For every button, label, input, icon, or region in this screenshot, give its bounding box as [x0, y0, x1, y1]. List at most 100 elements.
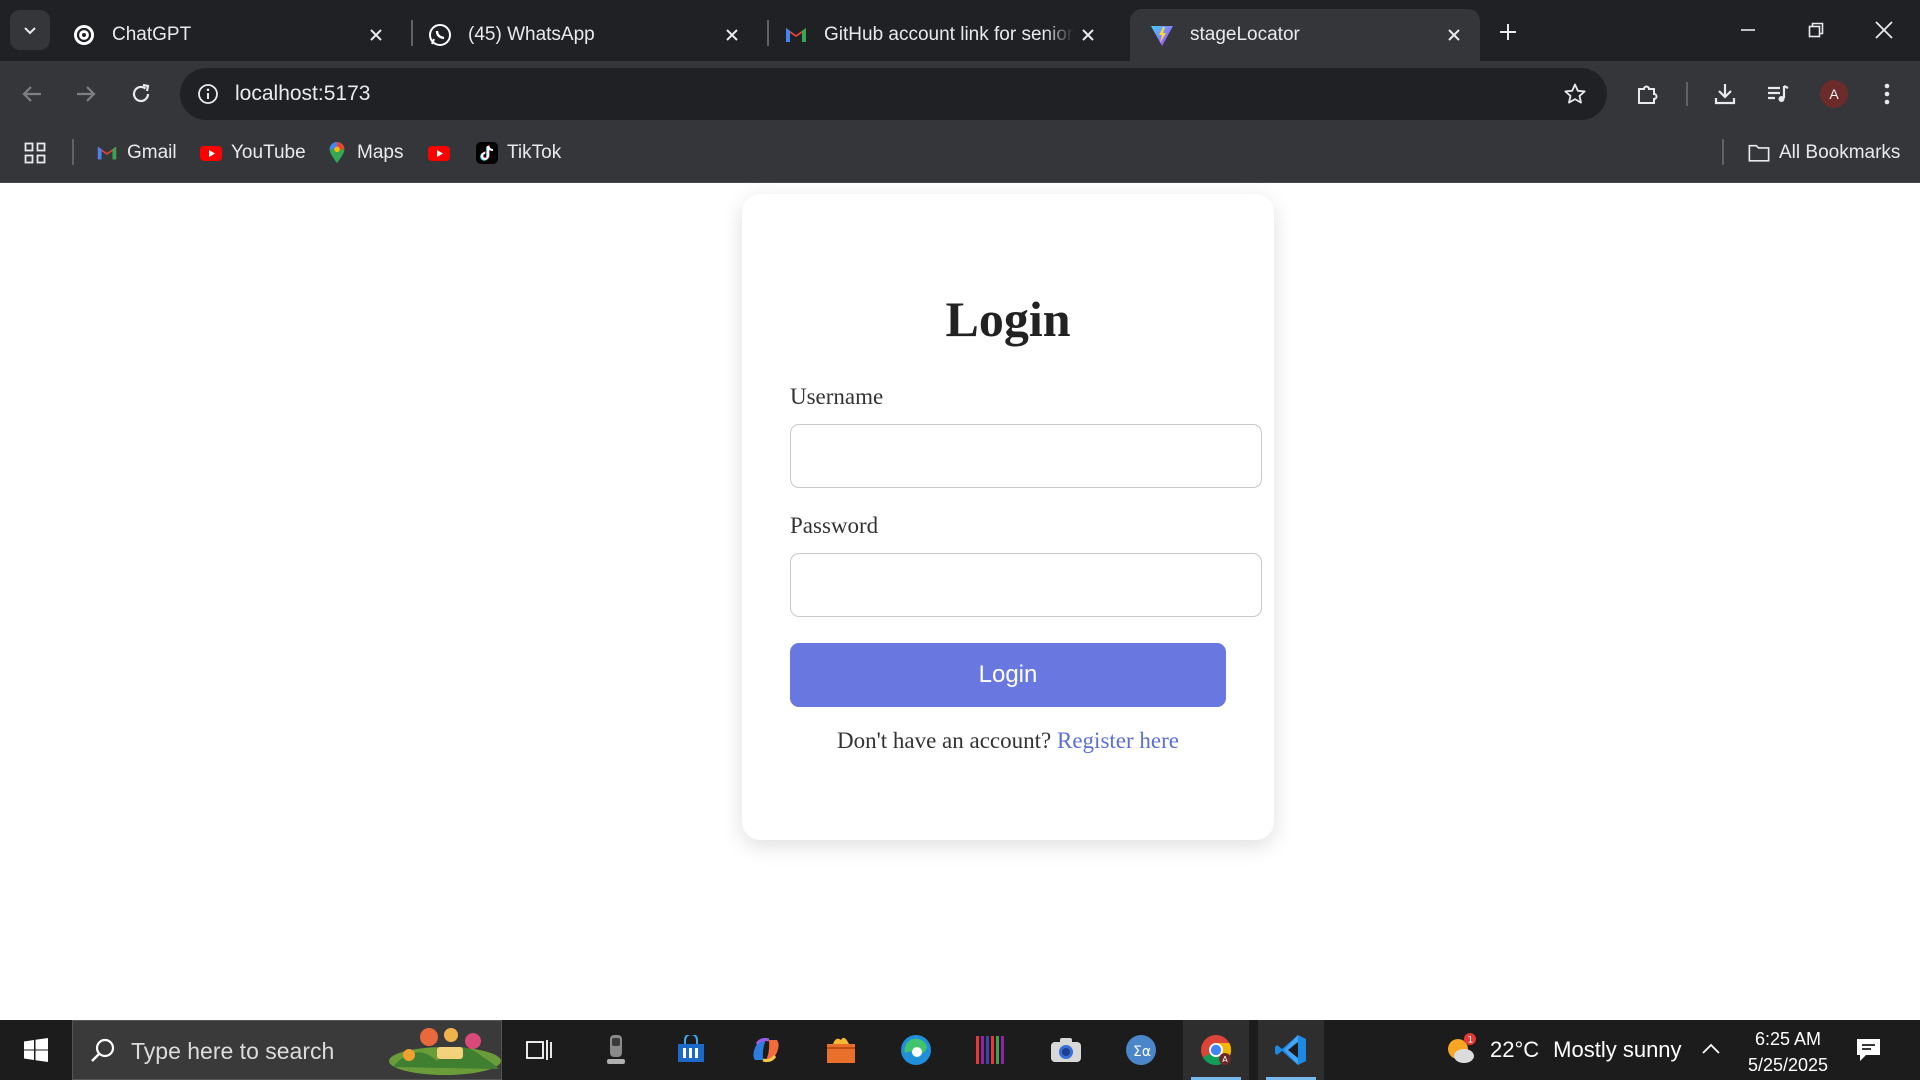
taskbar-app-calculator[interactable]: Σα — [1108, 1020, 1174, 1080]
browser-toolbar: localhost:5173 A — [0, 61, 1920, 127]
tab-title: GitHub account link for senior p — [824, 24, 1074, 45]
register-link[interactable]: Register here — [1057, 728, 1179, 753]
taskbar-app-edge[interactable] — [883, 1020, 949, 1080]
bookmark-label: YouTube — [231, 142, 306, 163]
all-bookmarks-button[interactable]: All Bookmarks — [1748, 137, 1900, 169]
restore-button[interactable] — [1792, 8, 1840, 52]
bookmark-tiktok[interactable]: TikTok — [476, 137, 561, 169]
menu-button[interactable] — [1867, 74, 1907, 114]
whatsapp-icon — [428, 23, 452, 47]
apps-button[interactable] — [24, 137, 55, 169]
url-text[interactable]: localhost:5173 — [235, 82, 370, 106]
color-bars-icon — [976, 1036, 1004, 1064]
gmail-icon — [784, 23, 808, 47]
taskbar-app-chrome[interactable]: A — [1183, 1020, 1249, 1080]
bookmark-label: TikTok — [507, 142, 562, 163]
folder-icon — [1748, 142, 1770, 164]
search-placeholder: Type here to search — [131, 1038, 335, 1064]
copilot-icon — [753, 1037, 779, 1063]
start-button[interactable] — [10, 1020, 62, 1080]
bookmark-gmail[interactable]: Gmail — [96, 137, 177, 169]
bookmark-star-icon[interactable] — [1561, 80, 1589, 108]
site-info-icon[interactable] — [194, 80, 222, 108]
address-bar[interactable]: localhost:5173 — [180, 68, 1607, 120]
taskbar-app-files[interactable] — [808, 1020, 874, 1080]
vscode-icon — [1275, 1035, 1306, 1065]
register-prompt-text: Don't have an account? — [837, 728, 1052, 753]
close-icon[interactable] — [1440, 21, 1468, 49]
bookmark-youtube[interactable]: YouTube — [200, 137, 306, 169]
download-icon — [1714, 84, 1736, 105]
login-button[interactable]: Login — [790, 643, 1226, 707]
vite-icon — [1150, 23, 1174, 47]
taskbar-app-store[interactable] — [658, 1020, 724, 1080]
show-hidden-icons-button[interactable] — [1700, 1038, 1722, 1065]
plus-icon — [1500, 24, 1516, 40]
taskbar-search[interactable]: Type here to search — [72, 1020, 502, 1080]
login-card: Login Username Password Login Don't have… — [742, 194, 1274, 840]
arrow-right-icon — [77, 86, 96, 102]
taskbar-app-copilot[interactable] — [733, 1020, 799, 1080]
register-prompt: Don't have an account? Register here — [742, 728, 1274, 754]
task-view-button[interactable] — [506, 1020, 572, 1080]
restore-icon — [1808, 22, 1824, 38]
fire-folder-icon — [827, 1037, 855, 1063]
close-icon[interactable] — [362, 21, 390, 49]
apps-grid-icon — [24, 142, 46, 164]
forward-button[interactable] — [66, 74, 106, 114]
close-window-button[interactable] — [1860, 8, 1908, 52]
tab-whatsapp[interactable]: (45) WhatsApp — [408, 9, 758, 61]
store-icon — [678, 1035, 704, 1062]
clock-time: 6:25 AM — [1754, 1029, 1822, 1049]
svg-text:A: A — [1222, 1055, 1228, 1064]
taskbar-app-webcam[interactable] — [583, 1020, 649, 1080]
close-icon[interactable] — [1074, 21, 1102, 49]
bookmark-label: Maps — [357, 142, 404, 163]
tab-search-button[interactable] — [10, 10, 50, 50]
reload-button[interactable] — [121, 74, 161, 114]
camera-icon — [1051, 1038, 1081, 1062]
tab-stagelocator[interactable]: stageLocator — [1130, 9, 1480, 61]
temperature-text: 22°C — [1490, 1037, 1540, 1062]
windows-taskbar: Type here to search Σα A 1 22°C Mostly s… — [0, 1020, 1920, 1080]
reload-icon — [132, 83, 150, 103]
password-field[interactable] — [790, 553, 1262, 617]
tab-github-email[interactable]: GitHub account link for senior p — [764, 9, 1114, 61]
close-icon[interactable] — [718, 21, 746, 49]
chevron-down-icon — [24, 27, 36, 35]
partly-sunny-icon: 1 — [1448, 1033, 1476, 1063]
youtube-icon — [428, 142, 450, 164]
windows-icon — [24, 1038, 48, 1062]
taskbar-app-vscode[interactable] — [1258, 1020, 1324, 1080]
weather-widget[interactable]: 1 22°C Mostly sunny — [1442, 1020, 1682, 1080]
bookmark-maps[interactable]: Maps — [326, 137, 403, 169]
webcam-app-icon — [607, 1035, 625, 1064]
extensions-button[interactable] — [1628, 74, 1668, 114]
back-button[interactable] — [12, 74, 52, 114]
page-title: Login — [945, 291, 1071, 347]
all-bookmarks-label: All Bookmarks — [1779, 142, 1901, 163]
chevron-up-icon — [1702, 1043, 1720, 1054]
taskbar-app-camera[interactable] — [1033, 1020, 1099, 1080]
tiktok-icon — [476, 142, 498, 164]
tab-title: stageLocator — [1190, 24, 1300, 45]
taskbar-clock[interactable]: 6:25 AM 5/25/2025 — [1736, 1026, 1840, 1078]
bookmark-label: Gmail — [127, 142, 177, 163]
username-field[interactable] — [790, 424, 1262, 488]
bookmark-youtube-2[interactable] — [428, 137, 459, 169]
more-vertical-icon — [1884, 83, 1890, 105]
minimize-icon — [1741, 29, 1755, 31]
maps-icon — [326, 142, 348, 164]
downloads-button[interactable] — [1705, 74, 1745, 114]
tab-chatgpt[interactable]: ChatGPT — [52, 9, 402, 61]
profile-avatar[interactable]: A — [1820, 80, 1848, 108]
notifications-button[interactable] — [1854, 1036, 1884, 1069]
media-control-button[interactable] — [1758, 74, 1798, 114]
new-tab-button[interactable] — [1490, 14, 1526, 50]
minimize-button[interactable] — [1724, 8, 1772, 52]
youtube-icon — [200, 142, 222, 164]
puzzle-icon — [1638, 85, 1658, 104]
notification-icon — [1857, 1039, 1880, 1061]
search-icon — [91, 1038, 115, 1062]
taskbar-app-gallery[interactable] — [958, 1020, 1024, 1080]
